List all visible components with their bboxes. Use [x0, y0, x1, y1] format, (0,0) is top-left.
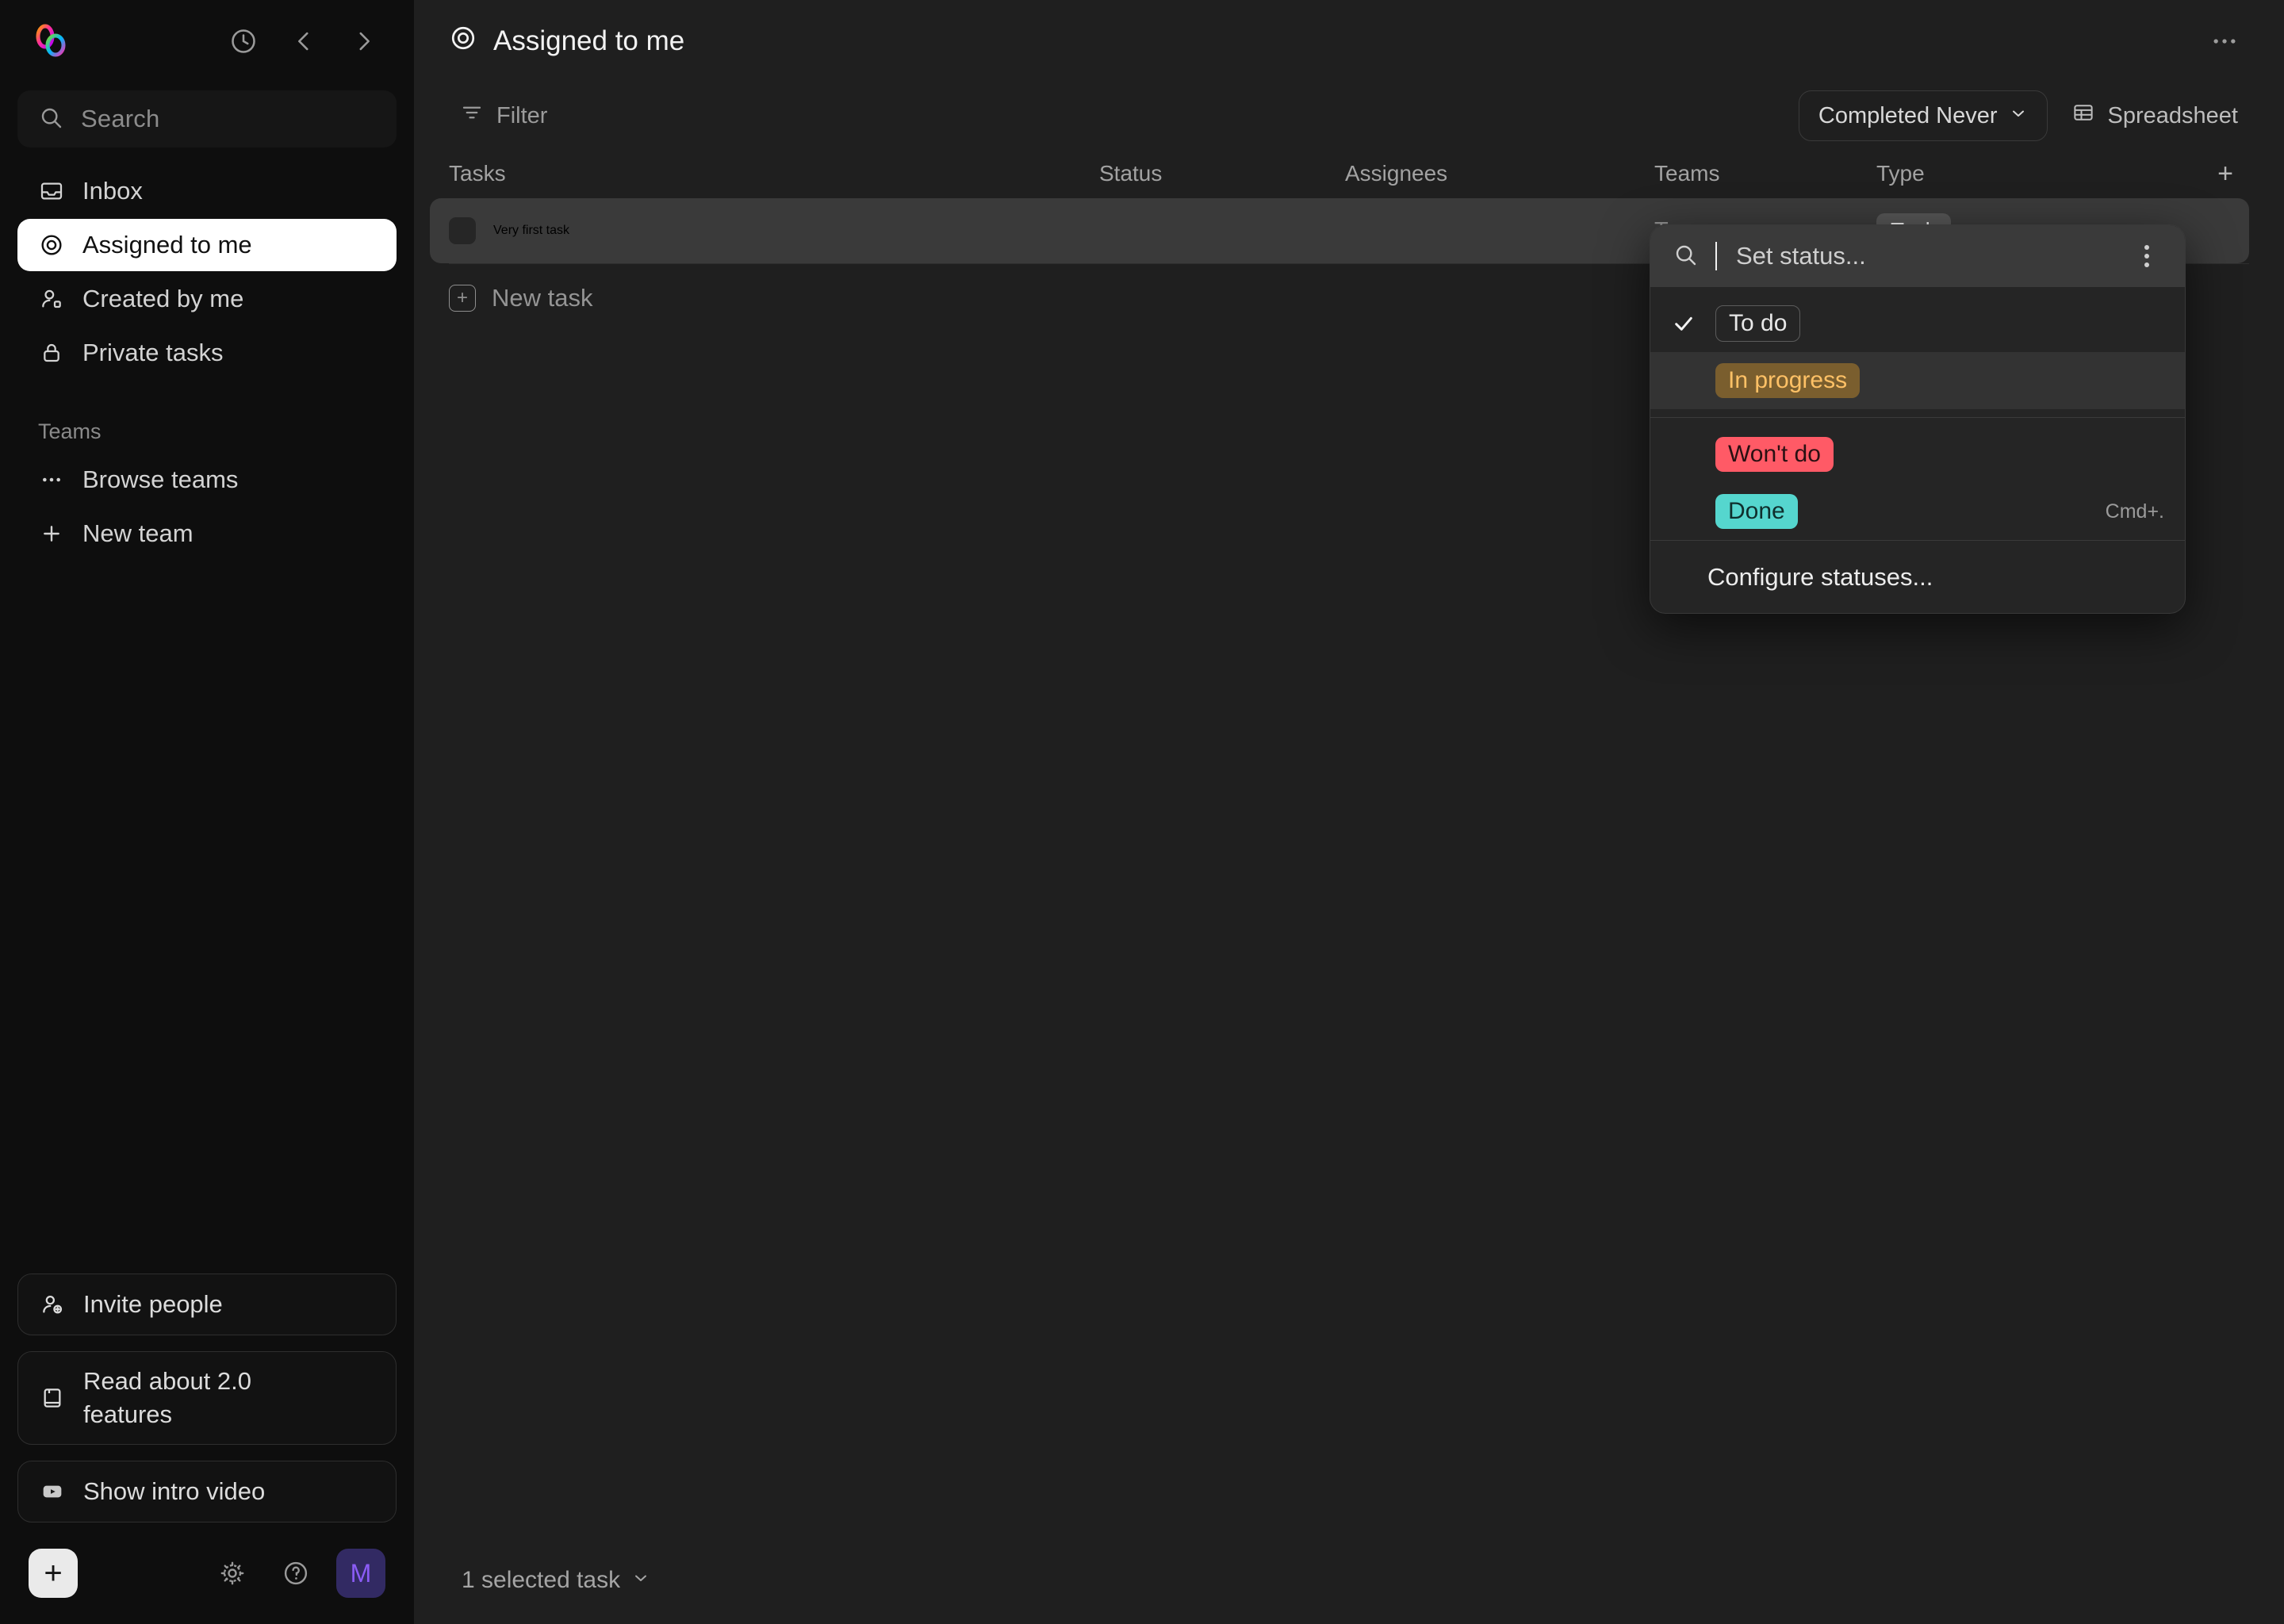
sidebar-item-label: Private tasks: [82, 339, 224, 366]
dropdown-divider: [1650, 417, 2185, 418]
filter-button[interactable]: Filter: [449, 93, 558, 139]
panel-button-label: Invite people: [83, 1290, 223, 1319]
spreadsheet-icon: [2071, 101, 2095, 131]
status-chip: To do: [1715, 305, 1801, 342]
completed-filter-label: Completed Never: [1818, 102, 1998, 128]
video-play-icon: [39, 1478, 66, 1505]
table-header-row: Tasks Status Assignees Teams Type +: [430, 149, 2249, 198]
search-input[interactable]: Search: [17, 90, 397, 147]
main-header: Assigned to me: [414, 0, 2284, 82]
sidebar: Search Inbox Assigned to me Created by m…: [0, 0, 414, 1624]
app-root: Search Inbox Assigned to me Created by m…: [0, 0, 2284, 1624]
status-option-done[interactable]: Done Cmd+.: [1650, 483, 2185, 540]
teams-section-label: Teams: [38, 419, 102, 443]
status-chip: Won't do: [1715, 437, 1834, 472]
column-header-status[interactable]: Status: [1099, 161, 1345, 186]
sidebar-item-label: Browse teams: [82, 465, 239, 493]
book-icon: [39, 1385, 66, 1411]
app-logo[interactable]: [29, 19, 73, 63]
sidebar-top-bar: [0, 0, 414, 82]
page-title-text: Assigned to me: [493, 25, 685, 56]
sidebar-item-browse-teams[interactable]: Browse teams: [17, 454, 397, 506]
sidebar-item-label: Inbox: [82, 177, 143, 205]
add-column-button[interactable]: +: [2202, 159, 2249, 190]
sidebar-nav: Inbox Assigned to me Created by me Priva…: [0, 165, 414, 379]
sidebar-item-assigned-to-me[interactable]: Assigned to me: [17, 219, 397, 271]
sidebar-item-created-by-me[interactable]: Created by me: [17, 273, 397, 325]
cell-task-name[interactable]: Very first task: [493, 224, 1099, 238]
sidebar-top-actions: [220, 18, 387, 64]
create-new-button[interactable]: +: [29, 1549, 78, 1598]
avatar[interactable]: M: [336, 1549, 385, 1598]
sidebar-item-new-team[interactable]: New team: [17, 508, 397, 560]
sidebar-item-label: Assigned to me: [82, 231, 252, 259]
more-options-icon[interactable]: [2200, 17, 2249, 66]
plus-box-icon: +: [449, 285, 476, 312]
ellipsis-icon: [38, 466, 65, 493]
page-title: Assigned to me: [449, 24, 684, 59]
new-task-label: New task: [492, 284, 593, 312]
gear-icon[interactable]: [209, 1550, 255, 1596]
help-circle-icon[interactable]: [273, 1550, 319, 1596]
status-options-list: To do In progress Won't do Done Cmd+.: [1650, 287, 2185, 540]
sidebar-footer-actions: M: [209, 1549, 385, 1598]
panel-button-label: Read about 2.0 features: [83, 1367, 252, 1429]
status-dropdown-popup: Set status... To do In progress Won't do…: [1650, 224, 2186, 614]
bottom-status-bar: 1 selected task: [414, 1537, 2284, 1624]
search-icon: [1673, 242, 1698, 271]
chevron-right-icon[interactable]: [341, 18, 387, 64]
spreadsheet-label: Spreadsheet: [2107, 102, 2238, 128]
toolbar: Filter Completed Never Spreadsheet: [414, 82, 2284, 149]
status-option-to-do[interactable]: To do: [1650, 295, 2185, 352]
chevron-down-icon: [631, 1567, 650, 1594]
target-icon: [38, 232, 65, 259]
sidebar-item-inbox[interactable]: Inbox: [17, 165, 397, 217]
search-icon: [38, 105, 63, 134]
main-content: Assigned to me Filter Completed Never Sp…: [414, 0, 2284, 1624]
selected-task-label: 1 selected task: [462, 1567, 621, 1593]
row-checkbox[interactable]: [449, 217, 476, 244]
status-chip: Done: [1715, 494, 1798, 529]
search-placeholder: Search: [81, 105, 160, 132]
chevron-left-icon[interactable]: [281, 18, 327, 64]
column-header-teams[interactable]: Teams: [1654, 161, 1876, 186]
user-plus-icon: [39, 1291, 66, 1318]
sidebar-item-label: Created by me: [82, 285, 244, 312]
text-cursor: [1715, 242, 1719, 270]
status-option-in-progress[interactable]: In progress: [1650, 352, 2185, 409]
column-header-assignees[interactable]: Assignees: [1345, 161, 1654, 186]
user-icon: [38, 285, 65, 312]
spreadsheet-view-button[interactable]: Spreadsheet: [2060, 93, 2249, 139]
check-icon: [1671, 311, 1707, 336]
status-option-wont-do[interactable]: Won't do: [1650, 426, 2185, 483]
completed-filter-dropdown[interactable]: Completed Never: [1798, 90, 2048, 141]
sidebar-item-private-tasks[interactable]: Private tasks: [17, 327, 397, 379]
status-chip: In progress: [1715, 363, 1861, 398]
column-header-tasks[interactable]: Tasks: [449, 161, 1099, 186]
sidebar-teams-nav: Browse teams New team: [0, 454, 414, 560]
lock-icon: [38, 339, 65, 366]
column-header-type[interactable]: Type: [1876, 161, 2138, 186]
sidebar-item-label: New team: [82, 519, 194, 547]
configure-statuses-button[interactable]: Configure statuses...: [1650, 540, 2185, 613]
inbox-icon: [38, 178, 65, 205]
filter-icon: [460, 101, 484, 131]
toolbar-right: Completed Never Spreadsheet: [1798, 90, 2249, 141]
status-search-placeholder: Set status...: [1736, 242, 1866, 270]
target-icon: [449, 24, 477, 59]
chevron-down-icon: [2009, 103, 2028, 129]
sidebar-bottom-buttons: Invite people Read about 2.0 features Sh…: [0, 1274, 414, 1522]
selected-task-dropdown[interactable]: 1 selected task: [449, 1559, 663, 1602]
read-about-features-button[interactable]: Read about 2.0 features: [17, 1351, 397, 1445]
plus-icon: [38, 520, 65, 547]
history-icon[interactable]: [220, 18, 266, 64]
status-search-input[interactable]: Set status...: [1650, 225, 2185, 287]
invite-people-button[interactable]: Invite people: [17, 1274, 397, 1336]
show-intro-video-button[interactable]: Show intro video: [17, 1461, 397, 1522]
sidebar-footer: + M: [0, 1522, 414, 1624]
panel-button-label: Show intro video: [83, 1477, 266, 1506]
kebab-menu-icon[interactable]: [2131, 239, 2163, 274]
filter-label: Filter: [496, 102, 548, 128]
keyboard-shortcut: Cmd+.: [2105, 500, 2164, 523]
